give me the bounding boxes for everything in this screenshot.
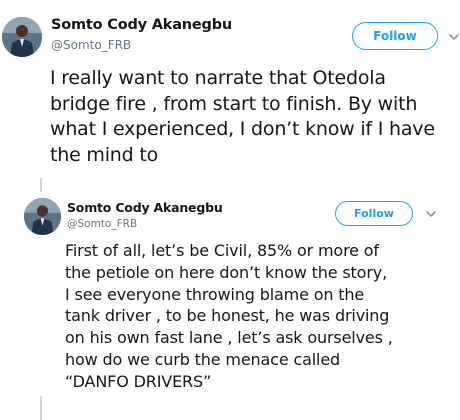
follow-button[interactable]: Follow <box>352 22 438 50</box>
user-handle[interactable]: @Somto_FRB <box>51 38 131 52</box>
chevron-down-icon[interactable] <box>447 30 460 44</box>
display-name[interactable]: Somto Cody Akanegbu <box>67 200 223 215</box>
thread-connector <box>40 396 42 420</box>
follow-button[interactable]: Follow <box>335 201 413 226</box>
avatar[interactable] <box>24 198 61 235</box>
tweet-1: Somto Cody Akanegbu @Somto_FRB Follow I … <box>0 0 460 190</box>
tweet-2: Somto Cody Akanegbu @Somto_FRB Follow Fi… <box>0 190 460 420</box>
tweet-text: I really want to narrate that Otedola br… <box>50 67 435 166</box>
avatar[interactable] <box>2 17 42 57</box>
tweet-text: First of all, let’s be Civil, 85% or mor… <box>65 241 393 391</box>
display-name[interactable]: Somto Cody Akanegbu <box>51 17 232 33</box>
chevron-down-icon[interactable] <box>424 207 438 221</box>
user-handle[interactable]: @Somto_FRB <box>67 218 137 230</box>
